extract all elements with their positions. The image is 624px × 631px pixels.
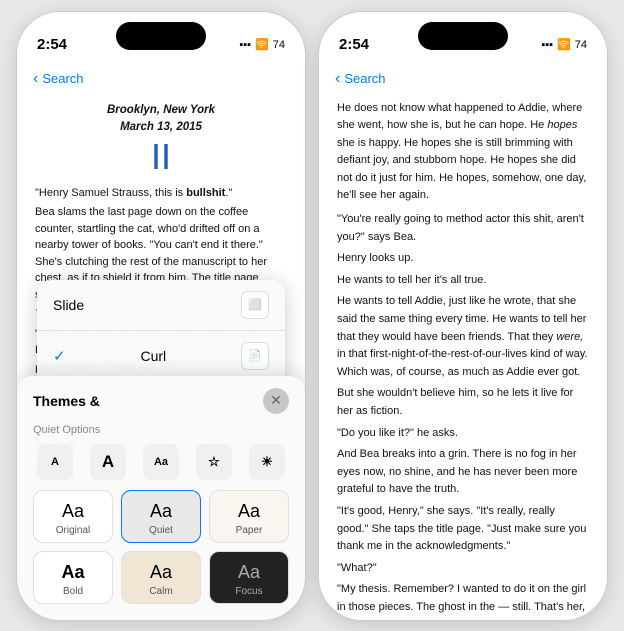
paper-aa: Aa: [238, 501, 260, 522]
calm-label: Calm: [149, 586, 172, 597]
decrease-font-button[interactable]: A: [37, 444, 73, 480]
right-back-label: Search: [344, 71, 385, 86]
curl-check-icon: ✓: [53, 347, 66, 365]
bold-label: Bold: [63, 586, 83, 597]
theme-paper[interactable]: Aa Paper: [209, 490, 289, 543]
curl-option[interactable]: ✓ Curl 📄: [37, 331, 285, 382]
right-battery-text: 74: [575, 39, 587, 51]
left-time: 2:54: [37, 36, 67, 53]
left-status-icons: ▪▪▪ 🛜 74: [239, 38, 285, 51]
right-time: 2:54: [339, 36, 369, 53]
slide-label: Slide: [53, 297, 84, 313]
reading-toolbar: A A Aa ☆ ☀: [33, 444, 289, 480]
themes-header: Themes & ✕: [33, 388, 289, 414]
brightness-button[interactable]: ☀: [249, 444, 285, 480]
right-back-button[interactable]: ‹ Search: [335, 70, 386, 88]
original-aa: Aa: [62, 501, 84, 522]
quiet-aa: Aa: [150, 501, 172, 522]
dynamic-island: [116, 22, 206, 50]
theme-quiet[interactable]: Aa Quiet: [121, 490, 201, 543]
themes-title: Themes &: [33, 393, 100, 409]
right-status-icons: ▪▪▪ 🛜 74: [541, 38, 587, 51]
book-header: Brooklyn, New York March 13, 2015 II: [35, 102, 287, 177]
bold-aa: Aa: [61, 562, 84, 583]
battery-text: 74: [273, 39, 285, 51]
focus-aa: Aa: [238, 562, 260, 583]
font-select-button[interactable]: Aa: [143, 444, 179, 480]
themes-subtitle: Quiet Options: [33, 424, 289, 436]
focus-label: Focus: [235, 586, 262, 597]
signal-icon: ▪▪▪: [239, 39, 251, 51]
back-label: Search: [42, 71, 83, 86]
phones-container: 2:54 ▪▪▪ 🛜 74 ‹ Search Brooklyn, New Yor…: [6, 1, 618, 631]
wifi-icon: 🛜: [255, 38, 269, 51]
right-book-content: He does not know what happened to Addie,…: [319, 92, 607, 621]
right-dynamic-island: [418, 22, 508, 50]
curl-icon: 📄: [241, 342, 269, 370]
quiet-label: Quiet: [149, 525, 173, 536]
chapter-number: II: [35, 137, 287, 177]
left-back-button[interactable]: ‹ Search: [33, 70, 84, 88]
right-back-chevron-icon: ‹: [335, 70, 340, 88]
slide-icon: ⬜: [241, 291, 269, 319]
increase-font-button[interactable]: A: [90, 444, 126, 480]
right-signal-icon: ▪▪▪: [541, 39, 553, 51]
right-wifi-icon: 🛜: [557, 38, 571, 51]
right-nav-bar: ‹ Search: [319, 64, 607, 92]
left-phone: 2:54 ▪▪▪ 🛜 74 ‹ Search Brooklyn, New Yor…: [16, 11, 306, 621]
bookmark-button[interactable]: ☆: [196, 444, 232, 480]
theme-bold[interactable]: Aa Bold: [33, 551, 113, 604]
theme-original[interactable]: Aa Original: [33, 490, 113, 543]
back-chevron-icon: ‹: [33, 70, 38, 88]
close-button[interactable]: ✕: [263, 388, 289, 414]
right-phone: 2:54 ▪▪▪ 🛜 74 ‹ Search He does not know …: [318, 11, 608, 621]
paper-label: Paper: [236, 525, 263, 536]
curl-label: Curl: [140, 348, 166, 364]
theme-focus[interactable]: Aa Focus: [209, 551, 289, 604]
left-nav-bar: ‹ Search: [17, 64, 305, 92]
calm-aa: Aa: [150, 562, 172, 583]
book-location: Brooklyn, New York March 13, 2015: [35, 102, 287, 138]
slide-option[interactable]: Slide ⬜: [37, 280, 285, 331]
original-label: Original: [56, 525, 90, 536]
theme-grid: Aa Original Aa Quiet Aa Paper Aa Bold Aa: [33, 490, 289, 604]
themes-overlay: Themes & ✕ Quiet Options A A Aa ☆ ☀ Aa O…: [17, 376, 305, 620]
theme-calm[interactable]: Aa Calm: [121, 551, 201, 604]
